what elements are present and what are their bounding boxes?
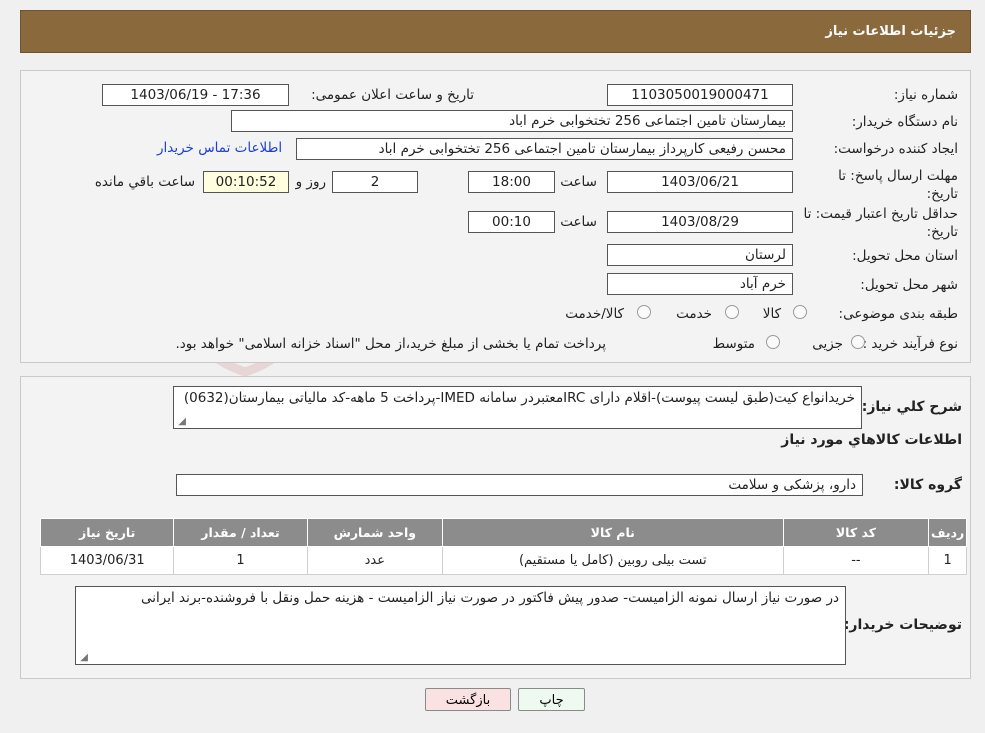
reply-deadline-label: مهلت ارسال پاسخ: تا تاریخ: bbox=[838, 168, 958, 202]
goods-details-panel: شرح کلي نياز: خریدانواع کیت(طبق لیست پیو… bbox=[20, 376, 971, 679]
requester-field: محسن رفیعی کارپرداز بیمارستان تامین اجتم… bbox=[296, 138, 793, 160]
remaining-time-field: 00:10:52 bbox=[203, 171, 289, 193]
category-label: طبقه بندی موضوعی: bbox=[838, 306, 958, 322]
announce-datetime-field: 1403/06/19 - 17:36 bbox=[102, 84, 289, 106]
col-need-date: تاريخ نياز bbox=[39, 518, 175, 547]
buyer-org-field: بیمارستان تامین اجتماعی 256 تختخوابی خرم… bbox=[231, 110, 793, 132]
resize-grip-icon[interactable]: ◢ bbox=[176, 417, 186, 427]
col-row-number: رديف bbox=[928, 518, 967, 547]
process-medium-label: متوسط bbox=[712, 336, 755, 352]
city-field: خرم آباد bbox=[607, 273, 793, 295]
goods-group-label: گروه کالا: bbox=[893, 477, 962, 493]
category-goods-label: کالا bbox=[762, 306, 781, 322]
resize-grip-icon[interactable]: ◢ bbox=[78, 653, 88, 663]
summary-label: شرح کلي نياز: bbox=[861, 399, 962, 415]
reply-days-field: 2 bbox=[332, 171, 418, 193]
buyer-notes-textarea[interactable]: در صورت نیاز ارسال نمونه الزامیست- صدور … bbox=[75, 586, 846, 665]
cell-quantity: 1 bbox=[173, 546, 308, 575]
reply-deadline-date: 1403/06/21 bbox=[607, 171, 793, 193]
goods-info-title: اطلاعات کالاهاي مورد نياز bbox=[781, 432, 962, 448]
page-header: جزئیات اطلاعات نیاز bbox=[20, 10, 971, 53]
reply-deadline-time-label: ساعت bbox=[560, 174, 597, 190]
buyer-notes-text: در صورت نیاز ارسال نمونه الزامیست- صدور … bbox=[141, 590, 839, 606]
process-minor-label: جزیی bbox=[812, 336, 843, 352]
reply-days-label: روز و bbox=[295, 174, 326, 190]
buyer-org-label: نام دستگاه خریدار: bbox=[851, 114, 958, 130]
page-title: جزئیات اطلاعات نیاز bbox=[825, 24, 956, 39]
category-goods-service-radio[interactable] bbox=[637, 305, 651, 319]
goods-table: رديف کد کالا نام کالا واحد شمارش تعداد /… bbox=[39, 518, 967, 575]
buyer-contact-link[interactable]: اطلاعات تماس خریدار bbox=[157, 140, 282, 156]
cell-row-number: 1 bbox=[928, 546, 967, 575]
process-label: نوع فرآیند خرید : bbox=[862, 336, 958, 352]
price-validity-date: 1403/08/29 bbox=[607, 211, 793, 233]
goods-table-header: رديف کد کالا نام کالا واحد شمارش تعداد /… bbox=[39, 518, 967, 547]
print-button[interactable]: چاپ bbox=[518, 688, 585, 711]
price-validity-time-label: ساعت bbox=[560, 214, 597, 230]
process-medium-radio[interactable] bbox=[766, 335, 780, 349]
cell-goods-code: -- bbox=[782, 546, 930, 575]
cell-goods-name: تست بیلی روبین (کامل یا مستقیم) bbox=[442, 546, 784, 575]
cell-need-date: 1403/06/31 bbox=[39, 546, 175, 575]
category-service-label: خدمت bbox=[676, 306, 712, 322]
announce-datetime-label: تاریخ و ساعت اعلان عمومی: bbox=[311, 87, 474, 103]
back-button[interactable]: بازگشت bbox=[425, 688, 511, 711]
province-field: لرستان bbox=[607, 244, 793, 266]
col-goods-code: کد کالا bbox=[782, 518, 930, 547]
category-goods-radio[interactable] bbox=[793, 305, 807, 319]
table-row: 1 -- تست بیلی روبین (کامل یا مستقیم) عدد… bbox=[39, 546, 967, 575]
cell-unit: عدد bbox=[306, 546, 444, 575]
need-number-field: 1103050019000471 bbox=[607, 84, 793, 106]
summary-textarea[interactable]: خریدانواع کیت(طبق لیست پیوست)-اقلام دارا… bbox=[173, 386, 862, 429]
summary-text: خریدانواع کیت(طبق لیست پیوست)-اقلام دارا… bbox=[183, 390, 855, 406]
need-number-label: شماره نیاز: bbox=[893, 87, 958, 103]
col-goods-name: نام کالا bbox=[442, 518, 784, 547]
city-label: شهر محل تحویل: bbox=[860, 277, 958, 293]
process-minor-radio[interactable] bbox=[851, 335, 865, 349]
requester-label: ایجاد کننده درخواست: bbox=[833, 141, 958, 157]
col-quantity: تعداد / مقدار bbox=[173, 518, 308, 547]
goods-group-field: دارو، پزشکی و سلامت bbox=[176, 474, 863, 496]
need-info-panel: شماره نیاز: 1103050019000471 تاریخ و ساع… bbox=[20, 70, 971, 363]
price-validity-label: حداقل تاریخ اعتبار قیمت: تا تاریخ: bbox=[803, 206, 958, 240]
remaining-time-label: ساعت باقي مانده bbox=[94, 174, 195, 190]
price-validity-time: 00:10 bbox=[468, 211, 555, 233]
treasury-payment-note: پرداخت تمام یا بخشی از مبلغ خرید،از محل … bbox=[175, 336, 606, 352]
col-unit: واحد شمارش bbox=[306, 518, 444, 547]
category-goods-service-label: کالا/خدمت bbox=[565, 306, 624, 322]
reply-deadline-time: 18:00 bbox=[468, 171, 555, 193]
province-label: استان محل تحویل: bbox=[852, 248, 958, 264]
category-service-radio[interactable] bbox=[725, 305, 739, 319]
buyer-notes-label: توضيحات خريدار: bbox=[843, 617, 962, 633]
